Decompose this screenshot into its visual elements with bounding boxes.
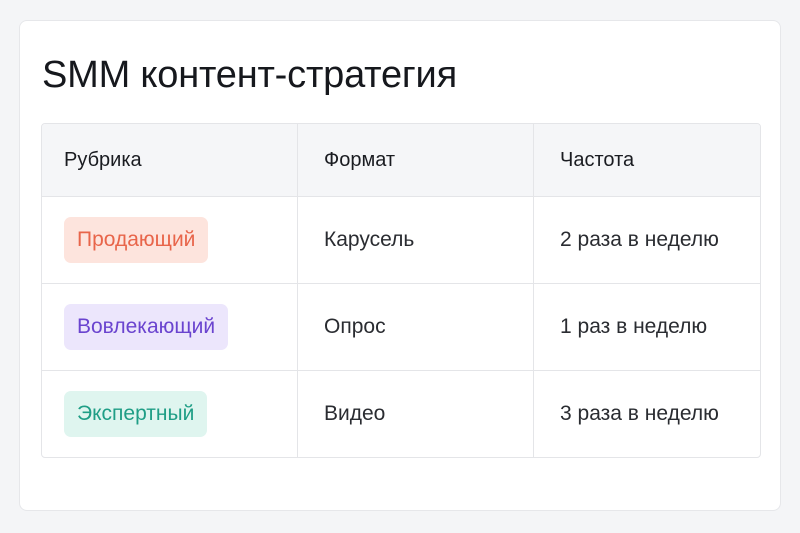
column-header-frequency: Частота: [533, 124, 760, 196]
content-card: SMM контент-стратегия Рубрика Формат Час…: [19, 20, 781, 511]
table-row: Продающий Карусель 2 раза в неделю: [42, 196, 760, 283]
format-cell: Опрос: [297, 284, 533, 370]
rubric-cell: Продающий: [42, 197, 297, 283]
frequency-cell: 2 раза в неделю: [533, 197, 760, 283]
format-cell: Видео: [297, 371, 533, 457]
table-header-row: Рубрика Формат Частота: [42, 124, 760, 196]
table-row: Вовлекающий Опрос 1 раз в неделю: [42, 283, 760, 370]
rubric-cell: Вовлекающий: [42, 284, 297, 370]
rubric-badge: Продающий: [64, 217, 209, 263]
rubric-badge: Вовлекающий: [64, 304, 229, 350]
rubric-cell: Экспертный: [42, 371, 297, 457]
column-header-format: Формат: [297, 124, 533, 196]
format-cell: Карусель: [297, 197, 533, 283]
rubric-badge: Экспертный: [64, 391, 208, 437]
column-header-rubric: Рубрика: [64, 148, 142, 171]
strategy-table: Рубрика Формат Частота Продающий Карусел…: [41, 123, 761, 458]
page-title: SMM контент-стратегия: [42, 54, 457, 96]
frequency-cell: 1 раз в неделю: [533, 284, 760, 370]
table-row: Экспертный Видео 3 раза в неделю: [42, 370, 760, 457]
frequency-cell: 3 раза в неделю: [533, 371, 760, 457]
